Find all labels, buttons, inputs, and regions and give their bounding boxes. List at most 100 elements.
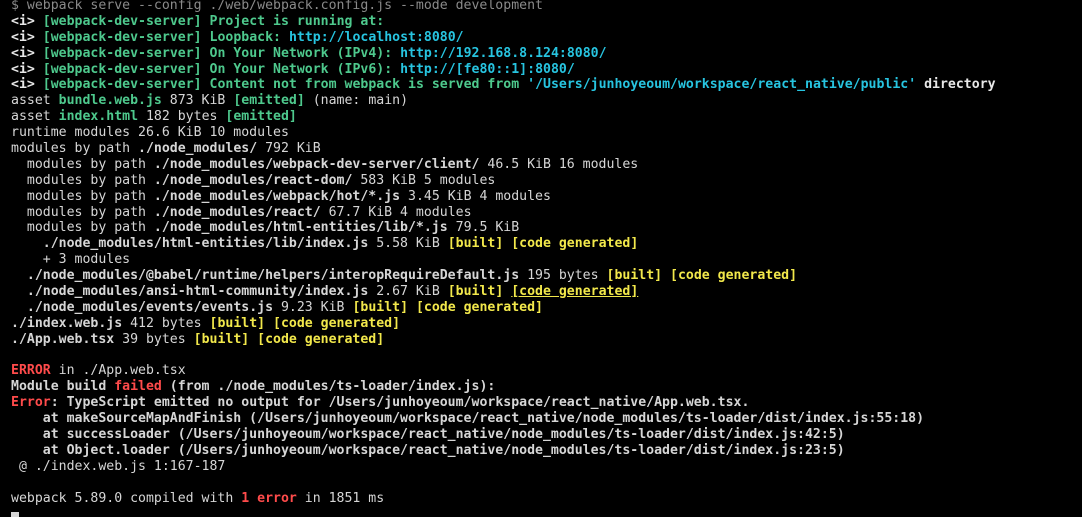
compile-summary-line: webpack 5.89.0 compiled with 1 error in … xyxy=(11,491,1082,507)
module-path: ./node_modules/@babel/runtime/helpers/in… xyxy=(26,268,520,284)
modules-by-path-line: modules by path ./node_modules/html-enti… xyxy=(11,220,1082,236)
runtime-modules-text: runtime modules 26.6 KiB 10 modules xyxy=(11,125,289,141)
built-module-line: ./index.web.js 412 bytes [built] [code g… xyxy=(11,316,1082,332)
module-size: 2.67 KiB xyxy=(368,284,448,300)
info-prefix: <i> xyxy=(11,29,35,45)
asset-size: 873 KiB xyxy=(161,93,234,109)
modules-label: modules by path xyxy=(11,172,154,188)
code-generated-tag: [code generated] xyxy=(511,284,639,300)
server-message: On Your Network (IPv4): xyxy=(209,45,401,61)
server-tag: [webpack-dev-server] xyxy=(42,77,202,93)
asset-size: 182 bytes xyxy=(138,109,226,125)
built-module-line: ./node_modules/events/events.js 9.23 KiB… xyxy=(11,300,1082,316)
error-type-label: Error xyxy=(11,395,51,411)
terminal-cursor xyxy=(11,512,19,517)
built-tag: [built] xyxy=(606,268,663,284)
module-size: 412 bytes xyxy=(122,315,210,331)
module-path: ./node_modules/ansi-html-community/index… xyxy=(26,284,369,300)
modules-by-path-line: modules by path ./node_modules/ 792 KiB xyxy=(11,141,1082,157)
modules-label: modules by path xyxy=(11,141,139,157)
module-path: ./node_modules/html-entities/lib/*.js xyxy=(153,220,448,236)
ipv6-url-link[interactable]: http://[fe80::1]:8080/ xyxy=(400,62,575,77)
module-path: ./index.web.js xyxy=(11,315,123,331)
module-size: 46.5 KiB 16 modules xyxy=(479,156,639,172)
error-message-line: Error: TypeScript emitted no output for … xyxy=(11,395,1082,411)
asset-line: asset bundle.web.js 873 KiB [emitted] (n… xyxy=(11,93,1082,109)
ipv4-url-link[interactable]: http://192.168.8.124:8080/ xyxy=(400,46,606,61)
info-prefix: <i> xyxy=(11,45,35,61)
public-directory-path: '/Users/junhoyeoum/workspace/react_nativ… xyxy=(527,77,917,93)
server-message: Content not from webpack is served from xyxy=(209,77,528,93)
built-module-line: ./App.web.tsx 39 bytes [built] [code gen… xyxy=(11,332,1082,348)
modules-label: modules by path xyxy=(11,156,154,172)
stack-frame: at makeSourceMapAndFinish (/Users/junhoy… xyxy=(11,411,925,427)
info-prefix: <i> xyxy=(11,77,35,93)
stack-trace-line: at makeSourceMapAndFinish (/Users/junhoy… xyxy=(11,411,1082,427)
error-label: ERROR xyxy=(11,363,51,379)
terminal-output[interactable]: $ webpack serve --config ./web/webpack.c… xyxy=(0,0,1082,517)
module-path: ./App.web.tsx xyxy=(11,331,115,347)
loopback-url-link[interactable]: http://localhost:8080/ xyxy=(289,30,464,45)
built-module-line: ./node_modules/html-entities/lib/index.j… xyxy=(11,236,1082,252)
server-tag: [webpack-dev-server] xyxy=(42,61,202,77)
server-info-line: <i> [webpack-dev-server] On Your Network… xyxy=(11,46,1082,62)
server-tag: [webpack-dev-server] xyxy=(42,13,202,29)
built-module-line: ./node_modules/ansi-html-community/index… xyxy=(11,284,1082,300)
module-size: 79.5 KiB xyxy=(447,220,520,236)
module-path: ./node_modules/webpack/hot/*.js xyxy=(153,188,401,204)
error-count: 1 error xyxy=(241,490,297,506)
module-build-failed-line: Module build failed (from ./node_modules… xyxy=(11,379,1082,395)
module-size: 3.45 KiB 4 modules xyxy=(400,188,551,204)
module-size: 5.58 KiB xyxy=(368,236,448,252)
code-generated-tag: [code generated] xyxy=(257,331,385,347)
server-tag: [webpack-dev-server] xyxy=(42,29,202,45)
import-origin-line: @ ./index.web.js 1:167-187 xyxy=(11,459,1082,475)
module-size: 583 KiB 5 modules xyxy=(352,172,496,188)
error-header-line: ERROR in ./App.web.tsx xyxy=(11,363,1082,379)
module-path: ./node_modules/react-dom/ xyxy=(153,172,353,188)
server-tag: [webpack-dev-server] xyxy=(42,45,202,61)
built-tag: [built] xyxy=(193,331,250,347)
server-message: Loopback: xyxy=(209,29,289,45)
built-tag: [built] xyxy=(352,299,409,315)
built-tag: [built] xyxy=(209,315,266,331)
module-size: 792 KiB xyxy=(257,141,321,157)
module-size: 9.23 KiB xyxy=(273,299,353,315)
modules-by-path-line: modules by path ./node_modules/webpack/h… xyxy=(11,189,1082,205)
built-tag: [built] xyxy=(447,236,504,252)
import-origin: @ ./index.web.js 1:167-187 xyxy=(11,458,226,474)
emitted-tag: [emitted] xyxy=(225,109,297,125)
asset-name: index.html xyxy=(58,109,139,125)
module-size: 39 bytes xyxy=(114,331,194,347)
compile-time: in 1851 ms xyxy=(296,490,385,506)
modules-label: modules by path xyxy=(11,220,154,236)
error-location: in ./App.web.tsx xyxy=(50,363,186,379)
code-generated-tag: [code generated] xyxy=(670,268,798,284)
server-info-line: <i> [webpack-dev-server] Content not fro… xyxy=(11,77,1082,93)
error-message: : TypeScript emitted no output for /User… xyxy=(50,395,750,411)
info-prefix: <i> xyxy=(11,61,35,77)
server-info-line: <i> [webpack-dev-server] Project is runn… xyxy=(11,14,1082,30)
module-path: ./node_modules/webpack-dev-server/client… xyxy=(153,156,480,172)
built-module-line: ./node_modules/@babel/runtime/helpers/in… xyxy=(11,268,1082,284)
command-line: $ webpack serve --config ./web/webpack.c… xyxy=(11,0,1082,14)
module-path: ./node_modules/html-entities/lib/index.j… xyxy=(42,236,369,252)
modules-label: modules by path xyxy=(11,204,154,220)
module-path: ./node_modules/ xyxy=(138,141,258,157)
stack-trace-line: at successLoader (/Users/junhoyeoum/work… xyxy=(11,427,1082,443)
module-path: ./node_modules/react/ xyxy=(153,204,321,220)
stack-trace-line: at Object.loader (/Users/junhoyeoum/work… xyxy=(11,443,1082,459)
asset-label: asset xyxy=(11,109,59,125)
summary-text: webpack 5.89.0 compiled with xyxy=(11,490,242,506)
code-generated-tag: [code generated] xyxy=(415,299,544,315)
code-generated-tag: [code generated] xyxy=(511,236,639,252)
modules-by-path-line: modules by path ./node_modules/react-dom… xyxy=(11,173,1082,189)
server-info-line: <i> [webpack-dev-server] On Your Network… xyxy=(11,62,1082,78)
server-message: On Your Network (IPv6): xyxy=(209,61,401,77)
build-loader-text: (from ./node_modules/ts-loader/index.js)… xyxy=(161,379,496,395)
module-size: 67.7 KiB 4 modules xyxy=(320,204,472,220)
